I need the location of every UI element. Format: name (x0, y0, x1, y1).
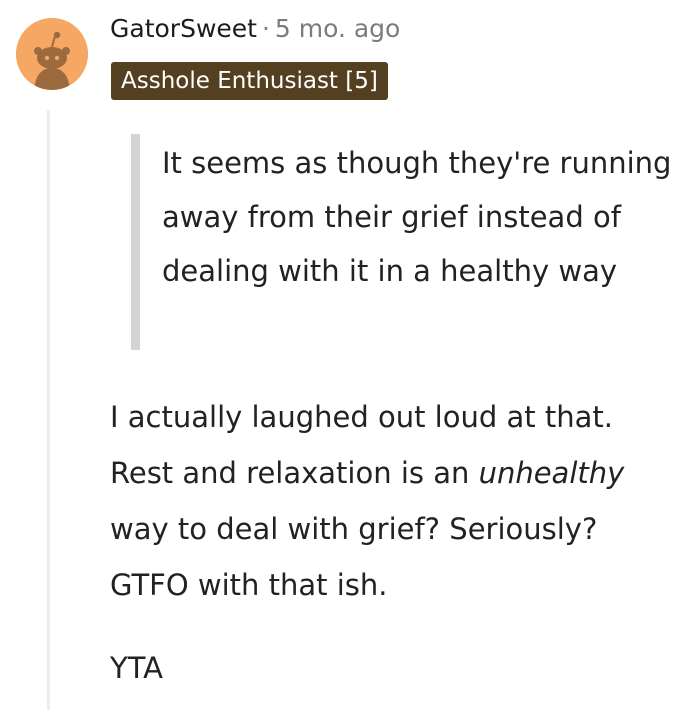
comment: GatorSweet · 5 mo. ago Asshole Enthusiast … (0, 0, 700, 710)
username-link[interactable]: GatorSweet (110, 14, 257, 43)
comment-body: I actually laughed out loud at that. Res… (110, 389, 700, 613)
quote-text: It seems as though they're running away … (162, 146, 672, 288)
emphasis-text: unhealthy (478, 456, 625, 490)
user-avatar[interactable] (16, 18, 88, 90)
body-line: I actually laughed out loud at that. (110, 400, 613, 434)
body-line: Rest and relaxation is an unhealthy (110, 445, 700, 501)
quote-bar (131, 134, 140, 350)
blockquote: It seems as though they're running away … (131, 134, 691, 350)
thread-collapse-line[interactable] (47, 110, 50, 710)
body-line-text: Rest and relaxation is an (110, 456, 479, 490)
snoo-avatar-icon (16, 18, 88, 90)
body-line: way to deal with grief? Seriously? (110, 512, 598, 546)
comment-timestamp[interactable]: 5 mo. ago (275, 14, 400, 43)
meta-separator: · (261, 14, 270, 43)
comment-meta: GatorSweet · 5 mo. ago (110, 12, 400, 46)
user-flair-badge: Asshole Enthusiast [5] (111, 62, 388, 100)
verdict-text: YTA (110, 651, 164, 685)
body-line: GTFO with that ish. (110, 568, 388, 602)
